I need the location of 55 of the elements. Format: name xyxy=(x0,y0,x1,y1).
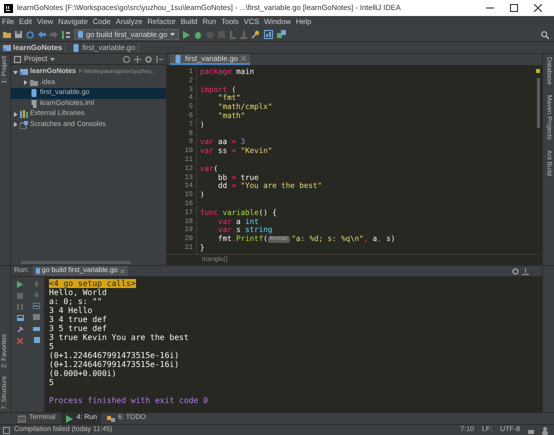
console-line: (0+1.2246467991473515e-16i) xyxy=(49,360,180,369)
file-icon xyxy=(174,54,182,62)
warning-marker[interactable] xyxy=(536,69,540,73)
soft-wrap-icon[interactable] xyxy=(33,303,40,309)
build-icon[interactable] xyxy=(62,30,70,38)
save-icon[interactable] xyxy=(15,31,22,38)
console-line: a: 0; s: "" xyxy=(49,297,103,306)
hide-icon[interactable] xyxy=(156,56,163,62)
sync-icon[interactable] xyxy=(26,30,34,38)
folder-icon xyxy=(30,78,38,87)
run-icon xyxy=(65,414,74,422)
module-folder-icon xyxy=(3,44,11,52)
maximize-icon[interactable] xyxy=(510,4,518,12)
hide-icon[interactable] xyxy=(522,268,529,274)
search-icon[interactable] xyxy=(541,30,549,38)
run-icon[interactable] xyxy=(183,30,190,38)
console-line: Hello, World xyxy=(49,288,108,297)
console-line: (0+1.2246467991473515e-16i) xyxy=(49,351,180,360)
file-icon xyxy=(36,268,40,274)
collapsed-arrow-icon[interactable] xyxy=(13,122,18,128)
layout-icon[interactable] xyxy=(16,315,24,321)
console-line: 3 5 true def xyxy=(49,324,108,333)
terminal-icon xyxy=(18,414,26,422)
debug-icon[interactable] xyxy=(194,30,202,38)
console-line: 5 xyxy=(49,378,55,387)
expanded-arrow-icon[interactable] xyxy=(13,70,18,75)
folder-icon[interactable] xyxy=(3,31,11,38)
console-line: 5 xyxy=(49,342,55,351)
collapsed-arrow-icon[interactable] xyxy=(23,80,28,86)
module-folder-icon xyxy=(20,68,28,76)
project-structure-icon[interactable] xyxy=(264,30,274,39)
caret-icon[interactable] xyxy=(170,33,176,36)
app-logo-icon xyxy=(4,4,13,12)
console-line: 3 4 Hello xyxy=(49,306,92,315)
scroll-target-icon[interactable] xyxy=(123,56,130,62)
person-icon[interactable] xyxy=(542,426,548,434)
scratches-icon xyxy=(20,120,28,129)
settings-icon[interactable] xyxy=(251,30,260,39)
console-line: Process finished with exit code 0 xyxy=(49,396,209,405)
todo-icon xyxy=(107,414,116,422)
library-icon xyxy=(20,110,28,118)
run-icon[interactable] xyxy=(17,281,23,288)
collapsed-arrow-icon[interactable] xyxy=(13,112,18,117)
file-icon xyxy=(30,100,38,108)
caret-icon[interactable] xyxy=(50,58,56,60)
vertical-scrollbar[interactable] xyxy=(536,78,540,128)
console-line: 3 true Kevin You are the best xyxy=(49,333,190,342)
close-icon[interactable] xyxy=(534,4,542,12)
console-line: 3 4 true def xyxy=(49,315,108,324)
file-icon xyxy=(30,89,38,98)
pin-icon[interactable] xyxy=(16,326,24,333)
back-arrow-icon[interactable] xyxy=(38,31,46,38)
console-line: (0.000+0.000i) xyxy=(49,369,118,378)
project-view-icon xyxy=(14,56,21,62)
tool-windows-icon[interactable] xyxy=(3,427,10,434)
